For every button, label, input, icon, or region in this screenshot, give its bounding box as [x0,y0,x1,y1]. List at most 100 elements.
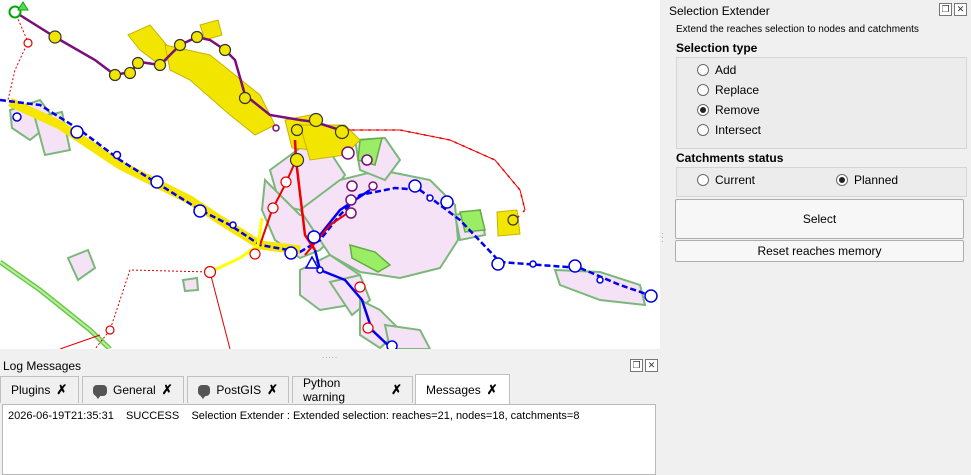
node [408,179,422,193]
node [491,257,505,271]
yellow-node [218,43,232,57]
tab-close-icon[interactable]: ✗ [267,382,278,398]
yellow-polygon [164,44,276,136]
tab-close-icon[interactable]: ✗ [56,382,67,398]
yellow-node [334,124,350,140]
node [644,289,658,303]
node [307,230,321,244]
selection-type-title: Selection type [676,41,758,55]
red-node [249,248,261,260]
yellow-node [123,66,137,80]
yellow-node [290,123,304,137]
radio-button-checked[interactable] [836,174,848,186]
radio-label: Replace [715,83,760,97]
node [426,194,434,202]
log-tabs: Plugins ✗ General ✗ PostGIS ✗ Python war… [0,374,660,404]
start-marker-icon [8,1,29,19]
node [193,204,207,218]
purple-node [345,207,357,219]
select-button[interactable]: Select [675,199,964,239]
node [284,246,298,260]
tab-postgis[interactable]: PostGIS ✗ [187,376,289,403]
dock-title: Selection Extender [669,4,770,18]
tab-plugins[interactable]: Plugins ✗ [0,376,79,403]
node [529,260,537,268]
purple-node [346,180,358,192]
radio-label: Intersect [715,123,762,137]
yellow-node [108,68,122,82]
radio-label: Remove [715,103,760,117]
purple-node [368,181,378,191]
map-canvas[interactable] [0,0,661,350]
selection-type-group: Add Replace Remove Intersect [676,57,967,149]
radio-planned[interactable]: Planned [836,173,898,187]
chat-bubble-icon [198,384,211,399]
yellow-node [238,91,252,105]
catchment-polygon [66,248,97,282]
close-icon[interactable]: ✕ [954,3,967,16]
chat-bubble-icon [93,384,107,399]
network-map[interactable] [0,0,660,349]
selection-extender-dock: Selection Extender ❐ ✕ Extend the reache… [668,0,971,475]
log-timestamp: 2026-06-19T21:35:31 [8,410,114,422]
log-messages-panel: Log Messages ❐ ✕ Plugins ✗ General ✗ Pos… [0,357,660,475]
red-node [23,38,33,48]
node [229,221,237,229]
purple-node [341,146,355,160]
tab-label: Python warning [303,376,346,404]
vertical-grip-icon: · · · [661,229,664,246]
red-node [203,265,217,279]
node [12,112,22,122]
radio-label: Current [715,173,756,187]
tab-general[interactable]: General ✗ [82,376,184,403]
yellow-node [48,30,62,44]
red-node [362,322,374,334]
node [150,175,164,189]
tab-close-icon[interactable]: ✗ [487,382,498,398]
tab-label: PostGIS [216,383,262,397]
tab-close-icon[interactable]: ✗ [162,382,173,398]
log-title: Log Messages [3,359,82,373]
reset-reaches-memory-button[interactable]: Reset reaches memory [675,240,964,262]
purple-node [272,124,280,132]
yellow-node [173,38,187,52]
radio-button[interactable] [697,64,709,76]
radio-current[interactable]: Current [697,173,755,187]
yellow-node [308,112,324,128]
radio-replace[interactable]: Replace [697,83,759,97]
node [70,125,84,139]
log-message: Selection Extender : Extended selection:… [191,410,580,422]
red-node [267,202,279,214]
red-dotted-reach [7,11,29,101]
red-reach-thin [209,271,231,349]
red-reach-thin [59,334,101,349]
catchments-status-group: Current Planned [676,167,967,197]
node [440,195,454,209]
tab-label: Messages [426,382,481,397]
float-icon[interactable]: ❐ [630,359,643,372]
river [0,259,112,349]
radio-button[interactable] [697,174,709,186]
catchments-status-title: Catchments status [676,151,784,165]
tab-label: Plugins [11,383,51,397]
log-level: SUCCESS [126,410,180,422]
radio-remove[interactable]: Remove [697,103,760,117]
log-line: 2026-06-19T21:35:31 SUCCESS Selection Ex… [8,410,579,422]
radio-button-checked[interactable] [697,104,709,116]
radio-label: Planned [854,173,899,187]
yellow-node [289,152,305,168]
green-polygon [459,209,486,233]
tab-close-icon[interactable]: ✗ [391,382,402,398]
tab-python-warning[interactable]: Python warning ✗ [292,376,413,404]
radio-button[interactable] [697,124,709,136]
node [112,150,122,160]
float-icon[interactable]: ❐ [939,3,952,16]
radio-add[interactable]: Add [697,63,736,77]
red-node [105,325,115,335]
log-text-area[interactable]: 2026-06-19T21:35:31 SUCCESS Selection Ex… [2,404,656,475]
red-node [280,176,292,188]
radio-button[interactable] [697,84,709,96]
tab-messages[interactable]: Messages ✗ [415,374,510,404]
radio-intersect[interactable]: Intersect [697,123,761,137]
close-icon[interactable]: ✕ [645,359,658,372]
